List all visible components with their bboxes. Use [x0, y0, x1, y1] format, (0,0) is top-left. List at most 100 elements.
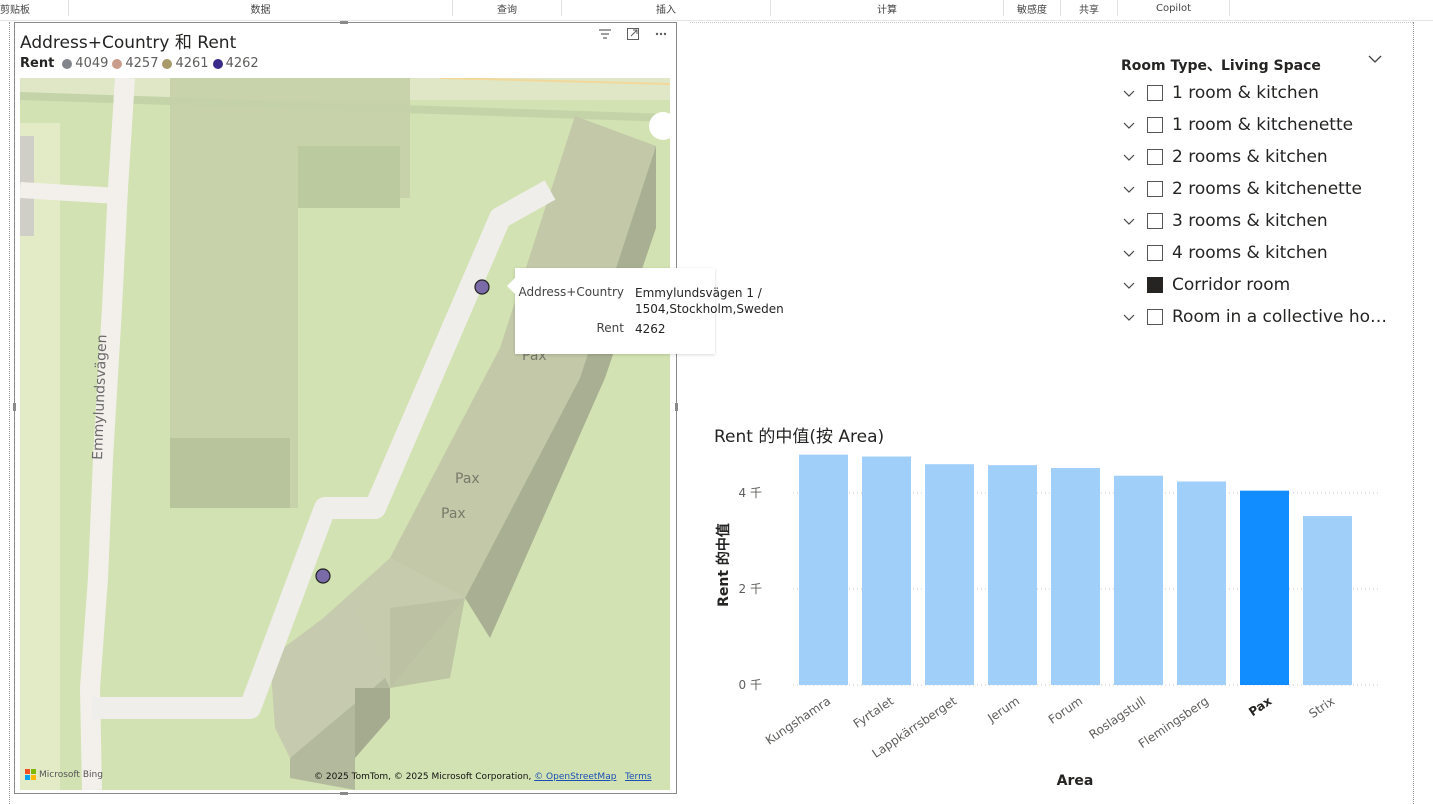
slicer-item-label: Corridor room	[1172, 275, 1291, 295]
map-canvas[interactable]: Emmylundsvägen Pax Pax Pax Microsoft Bin…	[20, 78, 670, 790]
slicer-checkbox[interactable]	[1147, 117, 1163, 133]
legend-label: 4049	[75, 56, 109, 71]
slicer-item[interactable]: 1 room & kitchenette	[1118, 113, 1393, 137]
x-tick-label: Forum	[1046, 694, 1085, 727]
ribbon-groups: 剪贴板 数据 查询 插入 计算 敏感度 共享 Copilot	[0, 0, 1433, 21]
slicer-checkbox[interactable]	[1147, 245, 1163, 261]
map-tooltip: Address+Country Emmylundsvägen 1 / 1504,…	[507, 268, 784, 354]
more-options-icon[interactable]	[653, 26, 669, 42]
slicer-item[interactable]: 4 rooms & kitchen	[1118, 241, 1393, 265]
ribbon-group-sensitivity[interactable]: 敏感度	[1004, 0, 1061, 16]
legend-label: 4257	[125, 56, 159, 71]
bar[interactable]	[1051, 468, 1100, 685]
ribbon-group-data[interactable]: 数据	[69, 0, 453, 16]
map-data-point[interactable]	[474, 279, 490, 295]
bar[interactable]	[862, 456, 911, 685]
slicer-checkbox[interactable]	[1147, 213, 1163, 229]
ribbon-group-clipboard[interactable]: 剪贴板	[0, 0, 69, 16]
bar[interactable]	[1177, 481, 1226, 685]
legend-marker	[162, 58, 173, 69]
slicer-item[interactable]: 2 rooms & kitchen	[1118, 145, 1393, 169]
bar[interactable]	[1303, 516, 1352, 685]
tooltip-value: 4262	[635, 322, 666, 336]
openstreetmap-link[interactable]: © OpenStreetMap	[534, 772, 616, 782]
tooltip-key: Address+Country	[518, 285, 624, 299]
x-tick-label: Pax	[1246, 694, 1274, 719]
x-tick-label: Strix	[1306, 694, 1337, 721]
legend-marker	[62, 58, 73, 69]
building-label: Pax	[455, 471, 480, 487]
page-edge-top	[690, 22, 1413, 23]
chevron-down-icon[interactable]	[1119, 279, 1139, 292]
chevron-down-icon[interactable]	[1119, 311, 1139, 324]
resize-handle-right[interactable]	[675, 403, 678, 411]
chevron-down-icon[interactable]	[1368, 51, 1382, 67]
legend-marker	[212, 58, 223, 69]
legend-item[interactable]: 4261	[162, 56, 209, 71]
filter-icon[interactable]	[597, 26, 613, 42]
legend-marker	[112, 58, 123, 69]
building-label: Pax	[441, 506, 466, 522]
tooltip-row: Address+Country Emmylundsvägen 1 / 1504,…	[515, 285, 784, 317]
page-edge-left	[9, 22, 10, 804]
legend-item[interactable]: 4262	[212, 56, 259, 71]
tooltip-value: Emmylundsvägen 1 / 1504,Stockholm,Sweden	[635, 285, 784, 317]
slicer-item[interactable]: 2 rooms & kitchenette	[1118, 177, 1393, 201]
slicer-checkbox[interactable]	[1147, 309, 1163, 325]
ribbon-group-queries[interactable]: 查询	[453, 0, 562, 16]
ribbon-group-insert[interactable]: 插入	[562, 0, 771, 16]
chevron-down-icon[interactable]	[1119, 151, 1139, 164]
room-type-slicer[interactable]: Room Type、Living Space 1 room & kitchen 1…	[1118, 50, 1393, 340]
legend-item[interactable]: 4049	[62, 56, 108, 71]
bar[interactable]	[1114, 475, 1163, 685]
map-visual[interactable]: Address+Country 和 Rent Rent 4049 4257 42…	[13, 21, 678, 795]
page-edge-right	[1413, 22, 1414, 804]
slicer-checkbox[interactable]	[1147, 85, 1163, 101]
y-tick-label: 2 千	[739, 582, 762, 596]
slicer-item[interactable]: 1 room & kitchen	[1118, 81, 1393, 105]
bar[interactable]	[799, 454, 848, 685]
resize-handle-top[interactable]	[340, 21, 348, 24]
map-drawing: Emmylundsvägen Pax Pax Pax	[20, 78, 670, 790]
slicer-checkbox[interactable]	[1147, 277, 1163, 293]
bar[interactable]	[1240, 490, 1289, 685]
focus-mode-icon[interactable]	[625, 26, 641, 42]
bar-chart-svg: 0 千2 千4 千Rent 的中值Kungshamra FyrtaletLappk…	[715, 454, 1380, 789]
chevron-down-icon[interactable]	[1119, 183, 1139, 196]
slicer-item-label: 2 rooms & kitchen	[1172, 147, 1328, 167]
chevron-down-icon[interactable]	[1119, 119, 1139, 132]
map-title: Address+Country 和 Rent	[20, 33, 237, 53]
microsoft-logo-icon	[25, 769, 36, 780]
ribbon-group-share[interactable]: 共享	[1061, 0, 1118, 16]
chevron-down-icon[interactable]	[1119, 247, 1139, 260]
resize-handle-left[interactable]	[13, 403, 16, 411]
x-axis-label: Area	[1057, 773, 1094, 789]
bar[interactable]	[925, 464, 974, 685]
tooltip-value-line: Emmylundsvägen 1 /	[635, 286, 762, 300]
map-data-point[interactable]	[315, 568, 331, 584]
chevron-down-icon[interactable]	[1119, 215, 1139, 228]
chevron-down-icon[interactable]	[1119, 87, 1139, 100]
slicer-checkbox[interactable]	[1147, 149, 1163, 165]
tooltip-value-line: 1504,Stockholm,Sweden	[635, 302, 784, 316]
legend-item[interactable]: 4257	[112, 56, 158, 71]
bar[interactable]	[988, 465, 1037, 685]
slicer-checkbox[interactable]	[1147, 181, 1163, 197]
visual-header-icons	[597, 26, 669, 42]
resize-handle-bottom[interactable]	[340, 792, 348, 795]
rent-median-bar-chart[interactable]: Rent 的中值(按 Area) 0 千2 千4 千 Rent 的中值 Kungsh…	[700, 415, 1400, 800]
slicer-item-label: 3 rooms & kitchen	[1172, 211, 1328, 231]
terms-link[interactable]: Terms	[625, 772, 652, 782]
x-tick-label: Fyrtalet	[851, 694, 897, 731]
ribbon-group-calculations[interactable]: 计算	[771, 0, 1004, 16]
ribbon-group-copilot[interactable]: Copilot	[1118, 0, 1230, 16]
slicer-item[interactable]: Corridor room	[1118, 273, 1393, 297]
x-tick-label: Kungshamra	[763, 694, 833, 748]
x-tick-label: Flemingsberg	[1136, 694, 1211, 751]
slicer-item[interactable]: Room in a collective housi...	[1118, 305, 1393, 329]
map-legend: Rent 4049 4257 4261 4262	[20, 56, 263, 71]
slicer-item[interactable]: 3 rooms & kitchen	[1118, 209, 1393, 233]
tooltip-row: Rent 4262	[515, 321, 715, 337]
tooltip-key: Rent	[596, 321, 625, 335]
y-tick-label: 4 千	[739, 486, 762, 500]
